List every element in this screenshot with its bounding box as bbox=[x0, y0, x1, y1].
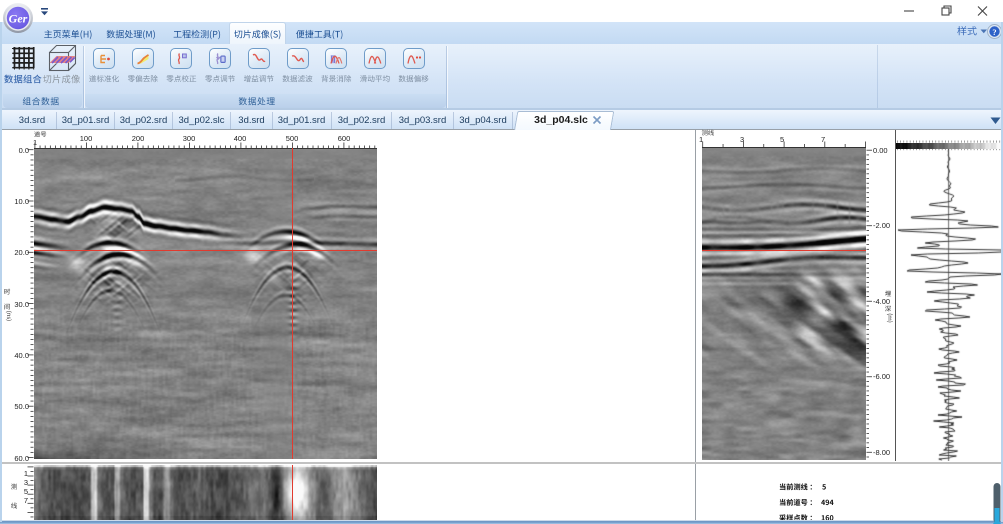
svg-text:Ger: Ger bbox=[9, 12, 28, 26]
svg-text:?: ? bbox=[992, 27, 996, 37]
